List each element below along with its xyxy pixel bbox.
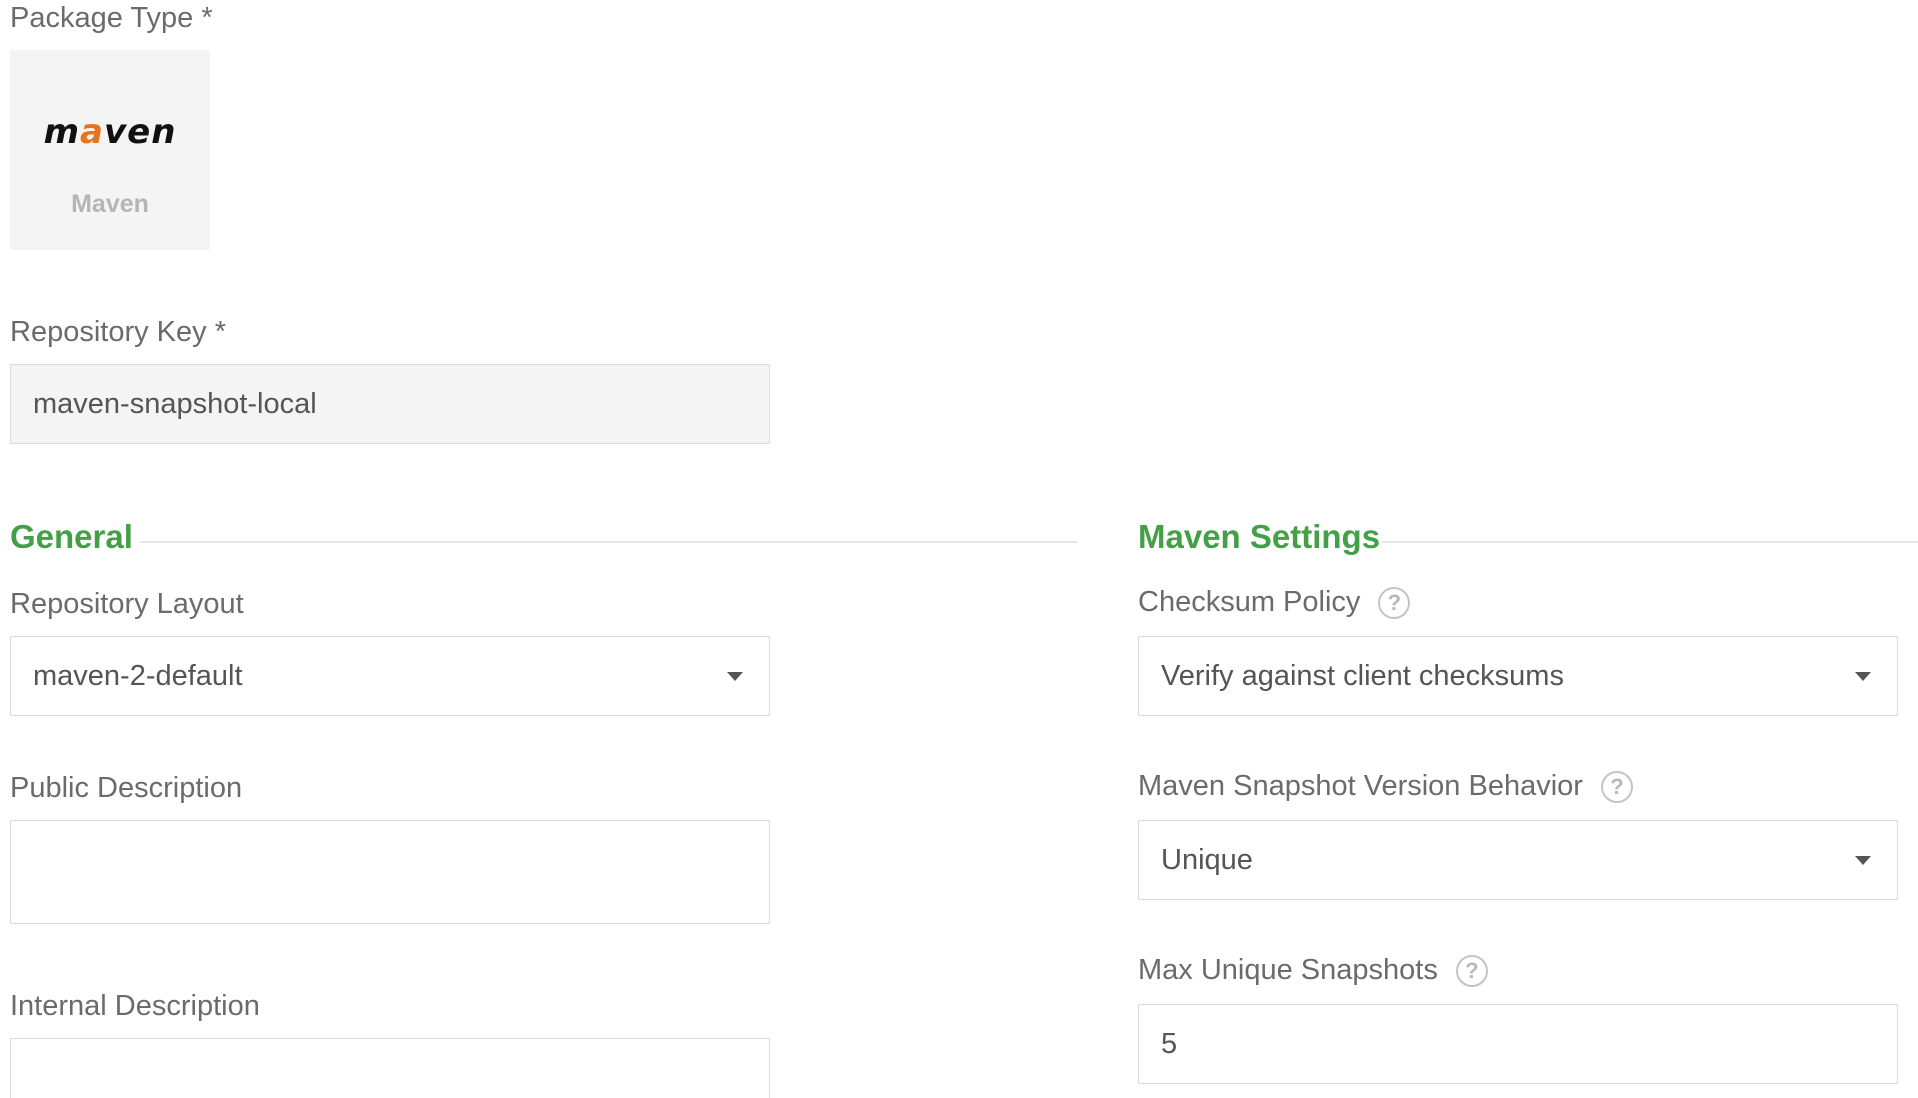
maven-settings-section-divider: [1382, 541, 1918, 543]
maven-logo: maven: [44, 112, 177, 152]
maven-logo-part: ven: [103, 112, 177, 152]
snapshot-version-behavior-value: Unique: [1161, 843, 1253, 876]
public-description-label: Public Description: [10, 772, 243, 804]
checksum-policy-label: Checksum Policy ?: [1138, 586, 1411, 619]
snapshot-version-behavior-help-icon[interactable]: ?: [1600, 770, 1633, 803]
repository-key-value: maven-snapshot-local: [33, 387, 317, 420]
package-type-name: Maven: [71, 190, 149, 218]
max-unique-snapshots-label: Max Unique Snapshots ?: [1138, 954, 1488, 987]
caret-down-icon: [727, 672, 743, 681]
package-type-label: Package Type *: [10, 2, 213, 34]
checksum-policy-select[interactable]: Verify against client checksums: [1138, 636, 1898, 716]
maven-logo-accent: a: [80, 112, 104, 152]
max-unique-snapshots-value: 5: [1161, 1027, 1178, 1060]
snapshot-version-behavior-label: Maven Snapshot Version Behavior ?: [1138, 770, 1633, 803]
package-type-tile-maven[interactable]: maven Maven: [10, 50, 210, 250]
repository-layout-select[interactable]: maven-2-default: [10, 636, 770, 716]
maven-logo-part: m: [43, 112, 81, 152]
internal-description-textarea[interactable]: [10, 1038, 770, 1098]
maven-settings-section-title: Maven Settings: [1138, 518, 1381, 555]
repository-layout-value: maven-2-default: [33, 659, 243, 692]
caret-down-icon: [1855, 856, 1871, 865]
checksum-policy-label-text: Checksum Policy: [1138, 586, 1361, 618]
snapshot-version-behavior-label-text: Maven Snapshot Version Behavior: [1138, 770, 1583, 802]
max-unique-snapshots-input[interactable]: 5: [1138, 1004, 1898, 1084]
checksum-policy-value: Verify against client checksums: [1161, 659, 1564, 692]
public-description-textarea[interactable]: [10, 820, 770, 924]
repository-key-label: Repository Key *: [10, 316, 226, 348]
max-unique-snapshots-label-text: Max Unique Snapshots: [1138, 954, 1438, 986]
general-section-divider: [140, 541, 1077, 543]
max-unique-snapshots-help-icon[interactable]: ?: [1455, 954, 1488, 987]
internal-description-label: Internal Description: [10, 990, 260, 1022]
repository-layout-label: Repository Layout: [10, 588, 244, 620]
snapshot-version-behavior-select[interactable]: Unique: [1138, 820, 1898, 900]
checksum-policy-help-icon[interactable]: ?: [1378, 586, 1411, 619]
general-section-title: General: [10, 518, 133, 555]
repository-key-field[interactable]: maven-snapshot-local: [10, 364, 770, 444]
repository-config-form: Package Type * maven Maven Repository Ke…: [0, 0, 1918, 1098]
caret-down-icon: [1855, 672, 1871, 681]
